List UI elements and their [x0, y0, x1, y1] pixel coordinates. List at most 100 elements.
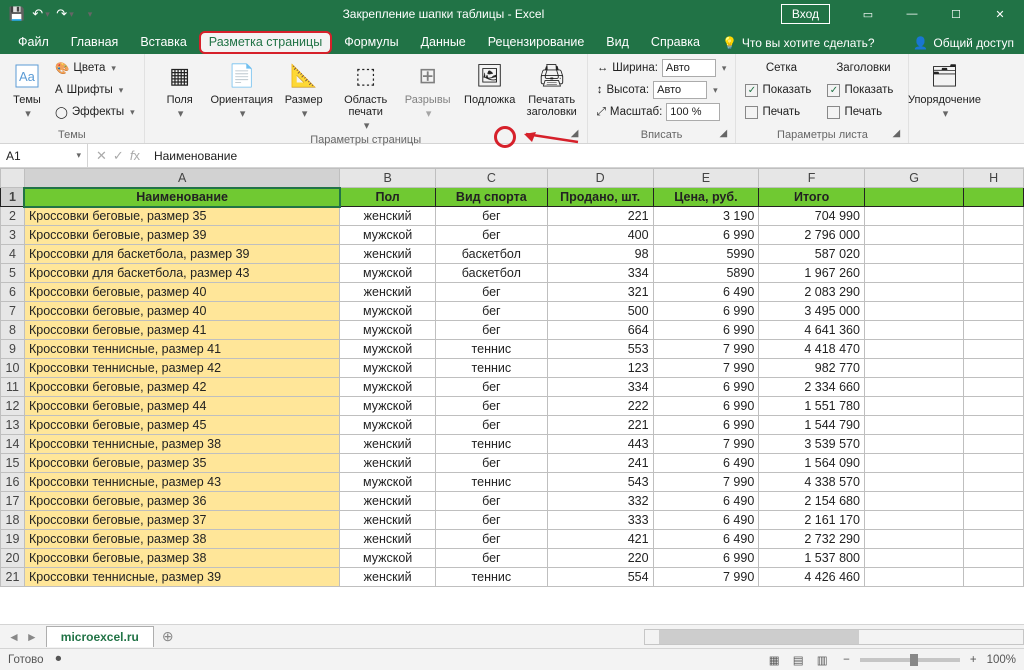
cell[interactable]: Кроссовки теннисные, размер 43 — [24, 473, 339, 492]
cell[interactable] — [864, 416, 963, 435]
row-header[interactable]: 17 — [1, 492, 25, 511]
sign-in-button[interactable]: Вход — [781, 4, 830, 24]
cell[interactable]: Кроссовки беговые, размер 36 — [24, 492, 339, 511]
cell[interactable]: женский — [340, 207, 436, 226]
cell[interactable]: 7 990 — [653, 340, 759, 359]
cell[interactable] — [964, 416, 1024, 435]
qat-customize-icon[interactable]: ▾ — [78, 3, 100, 25]
cell[interactable]: 6 990 — [653, 549, 759, 568]
cell[interactable] — [964, 226, 1024, 245]
row-header[interactable]: 5 — [1, 264, 25, 283]
cell[interactable]: Кроссовки беговые, размер 41 — [24, 321, 339, 340]
cell[interactable] — [864, 245, 963, 264]
cell[interactable]: мужской — [340, 226, 436, 245]
cell[interactable]: теннис — [435, 359, 547, 378]
column-header[interactable]: C — [435, 169, 547, 188]
orientation-button[interactable]: 📄Ориентация▾ — [213, 58, 271, 120]
cell[interactable]: Кроссовки беговые, размер 45 — [24, 416, 339, 435]
theme-fonts-button[interactable]: AШрифты▾ — [52, 80, 138, 100]
scale-dialog-launcher[interactable]: ◢ — [718, 127, 731, 140]
cell[interactable]: баскетбол — [435, 245, 547, 264]
cancel-icon[interactable]: ✕ — [96, 148, 107, 164]
cell[interactable]: теннис — [435, 340, 547, 359]
breaks-button[interactable]: ⊞Разрывы▾ — [399, 58, 457, 120]
cell[interactable] — [964, 568, 1024, 587]
cell[interactable]: мужской — [340, 359, 436, 378]
row-header[interactable]: 13 — [1, 416, 25, 435]
formula-input[interactable]: Наименование — [148, 149, 1024, 163]
row-header[interactable]: 6 — [1, 283, 25, 302]
height-select[interactable]: Авто — [653, 81, 707, 99]
cell[interactable]: женский — [340, 492, 436, 511]
cell[interactable]: 2 796 000 — [759, 226, 865, 245]
sheet-nav-prev-icon[interactable]: ◄ — [8, 630, 20, 644]
zoom-level[interactable]: 100% — [987, 654, 1016, 666]
cell[interactable]: 3 539 570 — [759, 435, 865, 454]
cell[interactable]: Кроссовки беговые, размер 37 — [24, 511, 339, 530]
cell[interactable]: 500 — [547, 302, 653, 321]
cell[interactable]: женский — [340, 454, 436, 473]
cell[interactable]: Вид спорта — [435, 188, 547, 207]
worksheet-grid[interactable]: ABCDEFGH1 Наименование Пол Вид спорта Пр… — [0, 168, 1024, 624]
tab-insert[interactable]: Вставка — [130, 31, 196, 54]
cell[interactable] — [964, 188, 1024, 207]
cell[interactable]: бег — [435, 454, 547, 473]
cell[interactable]: Кроссовки беговые, размер 38 — [24, 530, 339, 549]
headings-print-checkbox[interactable]: Печать — [824, 102, 902, 122]
row-header[interactable]: 14 — [1, 435, 25, 454]
cell[interactable]: 6 990 — [653, 226, 759, 245]
themes-button[interactable]: Aa Темы▾ — [6, 58, 48, 120]
fx-icon[interactable]: fx — [130, 148, 140, 163]
cell[interactable]: женский — [340, 283, 436, 302]
column-header[interactable]: E — [653, 169, 759, 188]
cell[interactable] — [864, 435, 963, 454]
column-header[interactable]: F — [759, 169, 865, 188]
cell[interactable]: Кроссовки беговые, размер 40 — [24, 283, 339, 302]
cell[interactable]: 4 418 470 — [759, 340, 865, 359]
cell[interactable]: 1 967 260 — [759, 264, 865, 283]
cell[interactable]: бег — [435, 397, 547, 416]
cell[interactable]: женский — [340, 511, 436, 530]
cell[interactable]: 7 990 — [653, 359, 759, 378]
row-header[interactable]: 20 — [1, 549, 25, 568]
cell[interactable] — [864, 511, 963, 530]
cell[interactable] — [864, 207, 963, 226]
cell[interactable]: 982 770 — [759, 359, 865, 378]
row-header[interactable]: 11 — [1, 378, 25, 397]
cell[interactable]: 321 — [547, 283, 653, 302]
cell[interactable]: баскетбол — [435, 264, 547, 283]
size-button[interactable]: 📐Размер▾ — [275, 58, 333, 120]
cell[interactable]: Кроссовки беговые, размер 44 — [24, 397, 339, 416]
print-area-button[interactable]: ⬚Область печати▾ — [337, 58, 395, 132]
cell[interactable] — [864, 226, 963, 245]
cell[interactable]: Итого — [759, 188, 865, 207]
cell[interactable]: Продано, шт. — [547, 188, 653, 207]
cell[interactable]: 221 — [547, 207, 653, 226]
cell[interactable]: 6 490 — [653, 454, 759, 473]
cell[interactable]: 2 154 680 — [759, 492, 865, 511]
cell[interactable]: 2 161 170 — [759, 511, 865, 530]
cell[interactable] — [964, 454, 1024, 473]
save-icon[interactable]: 💾 — [6, 3, 28, 25]
cell[interactable]: 421 — [547, 530, 653, 549]
cell[interactable] — [964, 340, 1024, 359]
cell[interactable]: Пол — [340, 188, 436, 207]
cell[interactable] — [864, 530, 963, 549]
cell[interactable]: 333 — [547, 511, 653, 530]
column-header[interactable]: D — [547, 169, 653, 188]
cell[interactable]: 4 338 570 — [759, 473, 865, 492]
cell[interactable]: бег — [435, 530, 547, 549]
cell[interactable]: 443 — [547, 435, 653, 454]
row-header[interactable]: 9 — [1, 340, 25, 359]
sheet-nav-next-icon[interactable]: ► — [26, 630, 38, 644]
ribbon-display-options-icon[interactable]: ▭ — [848, 0, 888, 28]
row-header[interactable]: 19 — [1, 530, 25, 549]
tab-help[interactable]: Справка — [641, 31, 710, 54]
row-header[interactable]: 1 — [1, 188, 25, 207]
cell[interactable]: Кроссовки теннисные, размер 39 — [24, 568, 339, 587]
cell[interactable]: мужской — [340, 321, 436, 340]
cell[interactable]: мужской — [340, 397, 436, 416]
arrange-button[interactable]: 🗂Упорядочение▾ — [915, 58, 973, 120]
cell[interactable]: 334 — [547, 378, 653, 397]
cell[interactable] — [864, 378, 963, 397]
